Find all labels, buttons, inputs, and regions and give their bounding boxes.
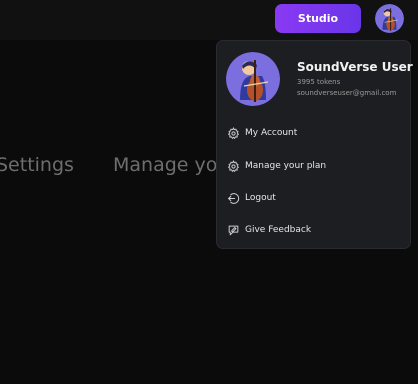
user-avatar — [226, 52, 280, 106]
user-email: soundverseuser@gmail.com — [297, 89, 397, 97]
logout-icon — [226, 191, 240, 205]
feedback-icon — [226, 223, 240, 237]
menu-item-label: My Account — [245, 128, 298, 138]
gear-icon — [226, 126, 240, 140]
user-name: SoundVerse User — [297, 60, 413, 74]
top-bar: Studio — [0, 0, 418, 40]
cello-avatar-icon — [375, 4, 404, 33]
cello-avatar-icon — [226, 52, 280, 106]
menu-item-give-feedback[interactable]: Give Feedback — [226, 219, 403, 241]
profile-avatar-button[interactable] — [375, 4, 404, 33]
menu-item-label: Logout — [245, 193, 276, 203]
account-dropdown-menu: SoundVerse User 3995 tokens soundverseus… — [216, 40, 413, 249]
gear-icon — [226, 159, 240, 173]
menu-item-logout[interactable]: Logout — [226, 187, 403, 209]
manage-heading: Manage you — [113, 154, 230, 176]
menu-item-label: Manage your plan — [245, 161, 327, 171]
studio-button[interactable]: Studio — [275, 4, 361, 33]
settings-heading: Settings — [0, 154, 74, 176]
menu-item-manage-plan[interactable]: Manage your plan — [226, 155, 403, 177]
menu-item-label: Give Feedback — [245, 225, 312, 235]
token-count: 3995 tokens — [297, 78, 341, 86]
menu-item-my-account[interactable]: My Account — [226, 122, 403, 144]
